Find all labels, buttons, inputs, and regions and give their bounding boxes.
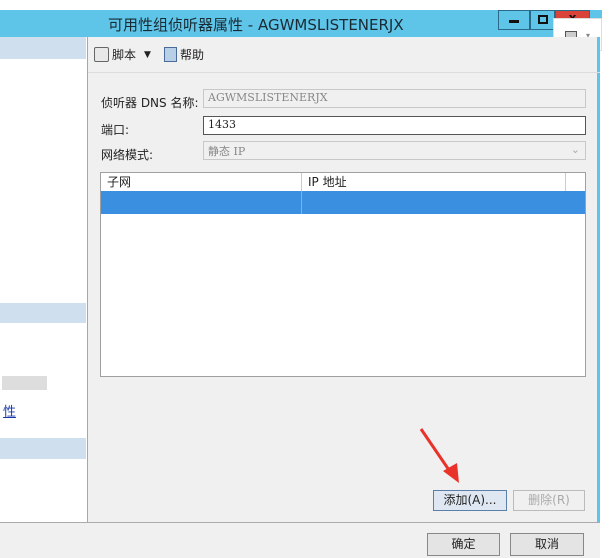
script-label: 脚本 xyxy=(112,48,137,62)
script-icon xyxy=(94,47,109,62)
maximize-button[interactable] xyxy=(530,10,555,30)
ok-button[interactable]: 确定 xyxy=(427,533,500,556)
help-button[interactable]: 帮助 xyxy=(164,46,204,63)
dns-label: 侦听器 DNS 名称: xyxy=(101,96,199,110)
window-title: 可用性组侦听器属性 - AGWMSLISTENERJX xyxy=(108,16,404,34)
help-icon xyxy=(164,47,177,62)
toolbar: 脚本 ▼ 帮助 xyxy=(88,37,600,73)
minimize-icon xyxy=(509,20,519,23)
left-panel-header xyxy=(0,37,86,59)
blurred-item xyxy=(2,376,47,390)
maximize-icon xyxy=(537,15,548,24)
minimize-button[interactable] xyxy=(498,10,530,30)
subnet-grid[interactable]: 子网 IP 地址 xyxy=(100,172,586,377)
left-panel: 性 xyxy=(0,37,88,522)
table-row[interactable] xyxy=(101,191,585,214)
help-label: 帮助 xyxy=(180,48,205,62)
left-panel-section xyxy=(0,303,86,323)
cancel-button[interactable]: 取消 xyxy=(510,533,584,556)
arrow-annotation xyxy=(419,428,459,483)
column-header-ip[interactable]: IP 地址 xyxy=(302,173,566,191)
network-mode-select[interactable]: 静态 IP ⌄ xyxy=(203,141,586,160)
column-divider xyxy=(301,191,302,214)
dropdown-arrow-icon[interactable]: ▼ xyxy=(144,50,151,60)
network-mode-value: 静态 IP xyxy=(208,145,246,158)
script-button[interactable]: 脚本 ▼ xyxy=(94,46,151,63)
left-panel-link[interactable]: 性 xyxy=(3,401,16,420)
left-panel-section xyxy=(0,438,86,459)
add-button[interactable]: 添加(A)... xyxy=(433,490,507,511)
column-header-subnet[interactable]: 子网 xyxy=(101,173,302,191)
arrow-shaft xyxy=(419,428,453,474)
network-mode-label: 网络模式: xyxy=(101,148,154,162)
chevron-down-icon: ⌄ xyxy=(570,143,580,156)
dns-name-field[interactable]: AGWMSLISTENERJX xyxy=(203,89,586,108)
remove-button[interactable]: 删除(R) xyxy=(513,490,585,511)
port-label: 端口: xyxy=(101,123,130,137)
port-field[interactable]: 1433 xyxy=(203,116,586,135)
